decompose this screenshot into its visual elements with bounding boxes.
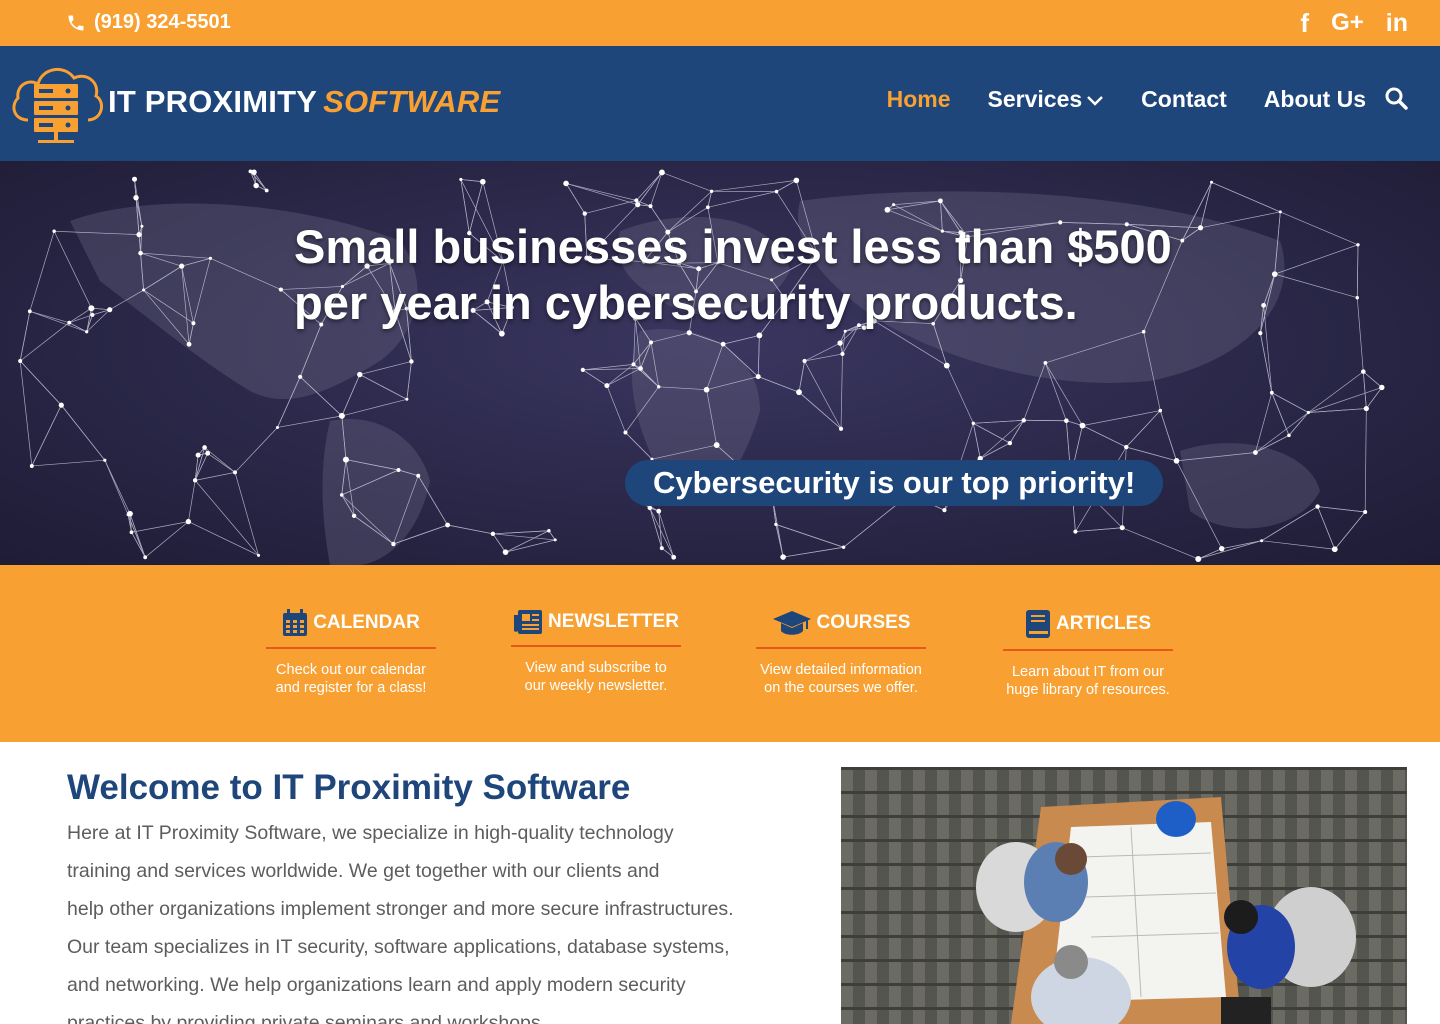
graduation-cap-icon bbox=[772, 611, 811, 635]
feature-newsletter[interactable]: NEWSLETTER View and subscribe to our wee… bbox=[511, 609, 681, 695]
team-meeting-photo bbox=[841, 767, 1407, 1024]
social-links: f G+ in bbox=[1300, 8, 1408, 38]
brand-primary: IT PROXIMITY bbox=[108, 84, 318, 119]
feature-calendar-title[interactable]: CALENDAR bbox=[266, 609, 436, 649]
feature-calendar-line2: and register for a class! bbox=[275, 680, 427, 696]
brand-secondary: SOFTWARE bbox=[323, 84, 501, 119]
welcome-paragraph: Here at IT Proximity Software, we specia… bbox=[67, 814, 812, 1024]
hero-banner: Small businesses invest less than $500 p… bbox=[0, 161, 1440, 565]
feature-courses-label: COURSES bbox=[816, 612, 911, 633]
feature-courses-line1: View detailed information bbox=[760, 662, 922, 678]
feature-newsletter-line1: View and subscribe to bbox=[525, 660, 667, 676]
search-icon[interactable] bbox=[1384, 86, 1408, 110]
feature-articles-line1: Learn about IT from our bbox=[1011, 664, 1165, 680]
feature-courses-title[interactable]: COURSES bbox=[756, 609, 926, 649]
team-meeting-illustration bbox=[841, 767, 1407, 1024]
feature-articles-label: ARTICLES bbox=[1056, 613, 1151, 634]
main-nav: Home Services Contact About Us bbox=[850, 86, 1408, 113]
nav-services[interactable]: Services bbox=[988, 86, 1105, 113]
google-plus-icon[interactable]: G+ bbox=[1331, 8, 1364, 38]
feature-courses[interactable]: COURSES View detailed information on the… bbox=[756, 609, 926, 697]
nav-contact-label: Contact bbox=[1141, 86, 1227, 112]
facebook-icon[interactable]: f bbox=[1300, 8, 1309, 38]
chevron-down-icon bbox=[1087, 95, 1104, 106]
nav-about-us[interactable]: About Us bbox=[1264, 86, 1366, 113]
welcome-line-1: Here at IT Proximity Software, we specia… bbox=[67, 822, 674, 844]
feature-articles-title[interactable]: ARTICLES bbox=[1003, 609, 1173, 651]
phone-number: (919) 324-5501 bbox=[94, 11, 231, 33]
feature-newsletter-desc: View and subscribe to our weekly newslet… bbox=[511, 659, 681, 695]
welcome-line-2: training and services worldwide. We get … bbox=[67, 860, 660, 882]
nav-about-label: About Us bbox=[1263, 86, 1366, 112]
feature-newsletter-label: NEWSLETTER bbox=[548, 611, 679, 632]
nav-home[interactable]: Home bbox=[887, 86, 951, 113]
linkedin-icon[interactable]: in bbox=[1386, 8, 1408, 38]
welcome-heading: Welcome to IT Proximity Software bbox=[67, 768, 631, 807]
calendar-icon bbox=[283, 609, 308, 636]
welcome-line-6: practices by providing private seminars … bbox=[67, 1012, 547, 1024]
newspaper-icon bbox=[514, 610, 543, 634]
feature-calendar-label: CALENDAR bbox=[313, 612, 420, 633]
book-icon bbox=[1026, 610, 1050, 638]
feature-calendar[interactable]: CALENDAR Check out our calendar and regi… bbox=[266, 609, 436, 697]
feature-articles-desc: Learn about IT from our huge library of … bbox=[1003, 663, 1173, 699]
nav-contact[interactable]: Contact bbox=[1141, 86, 1227, 113]
welcome-line-3: help other organizations implement stron… bbox=[67, 898, 734, 920]
feature-calendar-line1: Check out our calendar bbox=[276, 662, 426, 678]
features-strip: CALENDAR Check out our calendar and regi… bbox=[0, 565, 1440, 742]
hero-tagline-pill: Cybersecurity is our top priority! bbox=[625, 460, 1164, 506]
main-header: IT PROXIMITY SOFTWARE Home Services Conta… bbox=[0, 46, 1440, 161]
feature-courses-desc: View detailed information on the courses… bbox=[756, 661, 926, 697]
feature-articles[interactable]: ARTICLES Learn about IT from our huge li… bbox=[1003, 609, 1173, 699]
phone-link[interactable]: (919) 324-5501 bbox=[66, 11, 231, 34]
nav-home-label: Home bbox=[886, 86, 951, 112]
feature-articles-line2: huge library of resources. bbox=[1006, 682, 1170, 698]
top-bar: (919) 324-5501 f G+ in bbox=[0, 0, 1440, 46]
welcome-line-4: Our team specializes in IT security, sof… bbox=[67, 936, 730, 958]
hero-headline: Small businesses invest less than $500 p… bbox=[294, 220, 1172, 329]
feature-newsletter-title[interactable]: NEWSLETTER bbox=[511, 609, 681, 647]
feature-calendar-desc: Check out our calendar and register for … bbox=[266, 661, 436, 697]
feature-newsletter-line2: our weekly newsletter. bbox=[524, 678, 668, 694]
nav-services-label: Services bbox=[987, 86, 1083, 112]
feature-courses-line2: on the courses we offer. bbox=[764, 680, 918, 696]
brand-name[interactable]: IT PROXIMITY SOFTWARE bbox=[108, 84, 500, 120]
welcome-line-5: and networking. We help organizations le… bbox=[67, 974, 686, 996]
phone-icon bbox=[68, 15, 84, 30]
cloud-server-logo-icon[interactable] bbox=[8, 54, 106, 152]
